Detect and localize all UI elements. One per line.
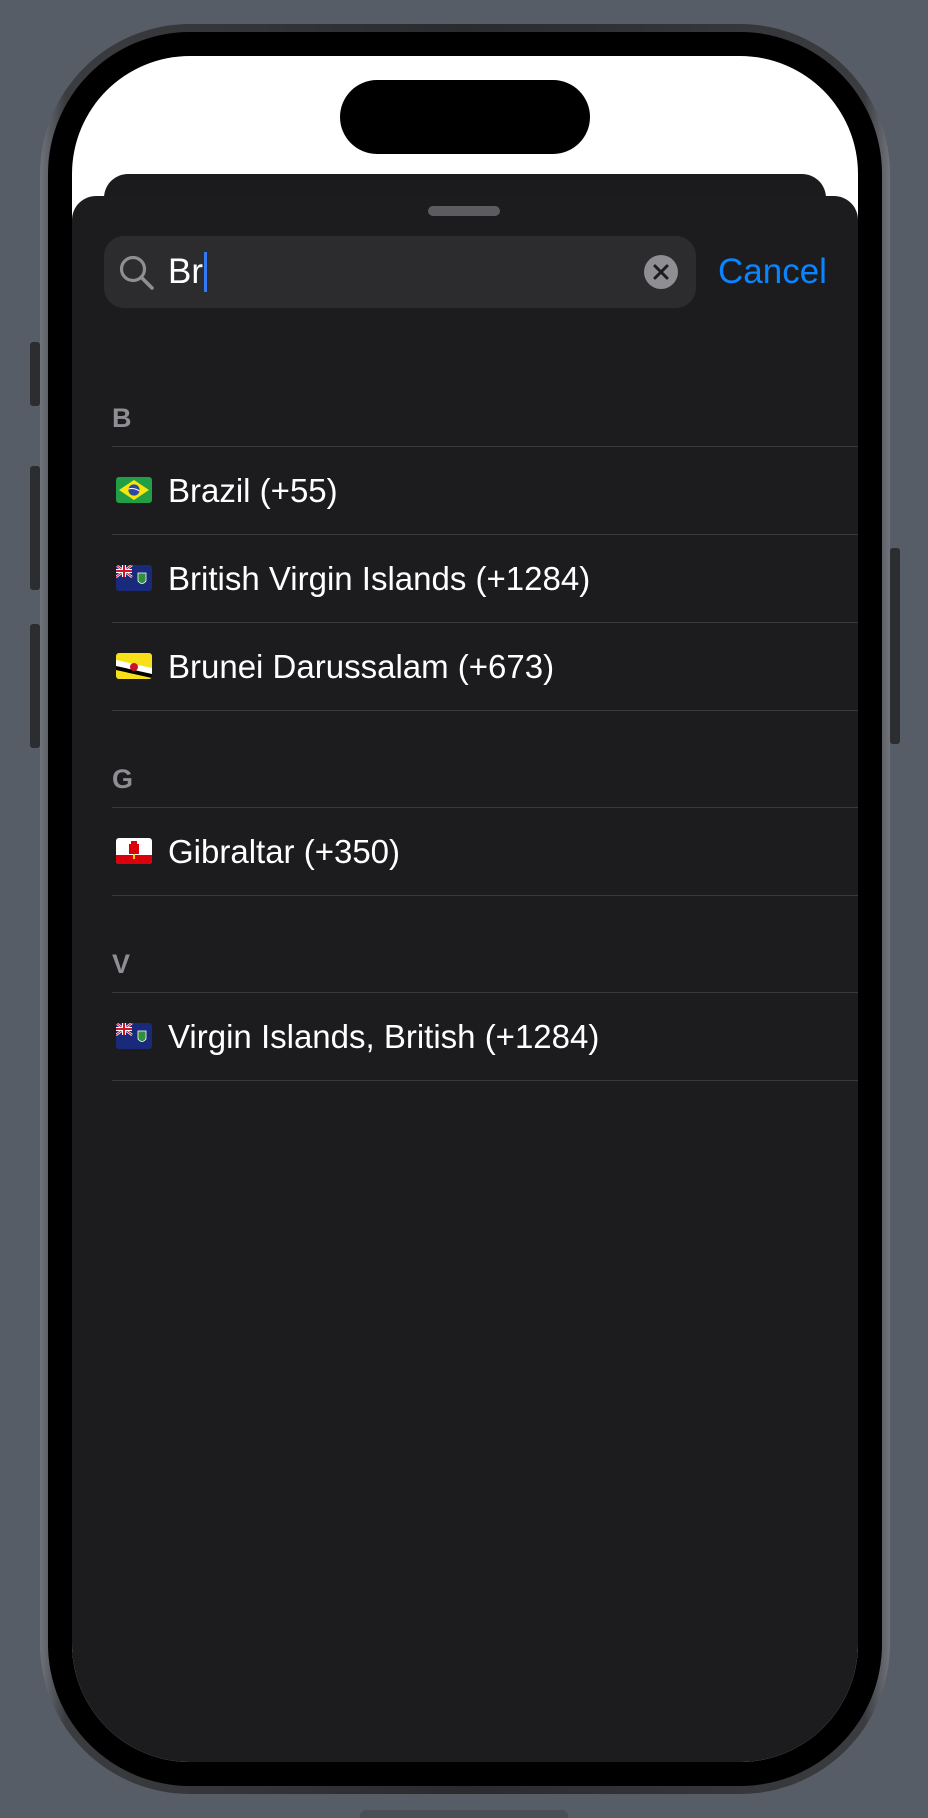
country-list: B Brazil (+55) British Virgin Islands (+…: [112, 350, 858, 1081]
action-button: [30, 342, 40, 406]
cancel-button[interactable]: Cancel: [718, 250, 827, 294]
british-virgin-islands-flag-icon: [116, 565, 152, 591]
list-item[interactable]: Virgin Islands, British (+1284): [112, 992, 858, 1081]
list-item[interactable]: Brunei Darussalam (+673): [112, 622, 858, 711]
volume-down-button: [30, 624, 40, 748]
section-header-b: B: [112, 350, 858, 446]
brunei-flag-icon: [116, 653, 152, 679]
home-indicator: [360, 1810, 568, 1818]
list-item[interactable]: Gibraltar (+350): [112, 807, 858, 896]
simulator-canvas: Br Cancel B Brazil (+55) British Virgin …: [0, 0, 928, 1818]
british-virgin-islands-flag-icon: [116, 1023, 152, 1049]
volume-up-button: [30, 466, 40, 590]
gibraltar-flag-icon: [116, 838, 152, 864]
power-button: [890, 548, 900, 744]
country-name: Brazil (+55): [168, 472, 338, 509]
text-cursor: [204, 251, 207, 292]
search-input[interactable]: Br: [104, 236, 696, 308]
country-picker-sheet: Br Cancel B Brazil (+55) British Virgin …: [72, 196, 858, 1762]
section-header-v: V: [112, 896, 858, 992]
country-name: Gibraltar (+350): [168, 833, 401, 870]
section-letter: V: [112, 949, 131, 979]
brazil-flag-icon: [116, 477, 152, 503]
device-screen: Br Cancel B Brazil (+55) British Virgin …: [72, 56, 858, 1762]
clear-search-button[interactable]: [644, 255, 678, 289]
country-name: Virgin Islands, British (+1284): [168, 1018, 600, 1055]
section-letter: B: [112, 403, 132, 433]
section-letter: G: [112, 764, 134, 794]
search-query-value: Br: [168, 252, 203, 291]
country-name: British Virgin Islands (+1284): [168, 560, 591, 597]
country-name: Brunei Darussalam (+673): [168, 648, 555, 685]
search-query-text[interactable]: Br: [168, 250, 207, 294]
list-item[interactable]: British Virgin Islands (+1284): [112, 534, 858, 622]
sheet-grabber[interactable]: [428, 206, 500, 216]
section-header-g: G: [112, 711, 858, 807]
close-icon: [653, 264, 669, 280]
search-icon: [119, 255, 154, 290]
list-item[interactable]: Brazil (+55): [112, 446, 858, 534]
dynamic-island: [340, 80, 590, 154]
